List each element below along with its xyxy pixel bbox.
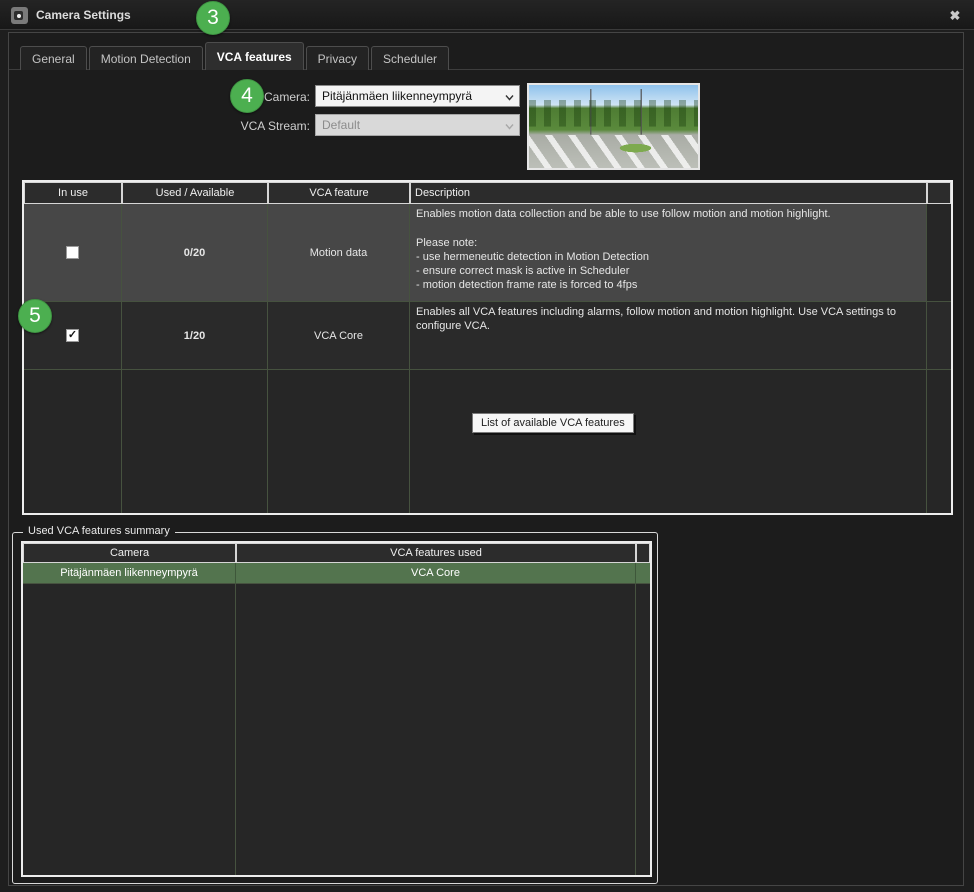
summary-row-spacer: [636, 563, 650, 584]
vca-core-spacer-cell: [927, 302, 951, 370]
summary-column-header-spacer: [636, 543, 650, 563]
empty-cell: [268, 370, 410, 513]
summary-column-header-features-used: VCA features used: [236, 543, 636, 563]
step-badge-5: 5: [18, 299, 52, 333]
tab-scheduler[interactable]: Scheduler: [371, 46, 449, 70]
column-header-in-use: In use: [24, 182, 122, 204]
window-title: Camera Settings: [36, 8, 131, 22]
summary-row-camera[interactable]: Pitäjänmäen liikenneympyrä: [23, 563, 236, 584]
empty-cell: [236, 584, 636, 875]
motion-data-feature-name: Motion data: [268, 204, 410, 302]
chevron-down-icon: [505, 122, 514, 131]
empty-cell: [410, 370, 927, 513]
groupbox-legend: Used VCA features summary: [23, 525, 175, 537]
summary-column-header-camera: Camera: [23, 543, 236, 563]
camera-settings-window: Camera Settings ✖ General Motion Detecti…: [0, 0, 974, 892]
motion-data-description: Enables motion data collection and be ab…: [410, 204, 927, 302]
camera-icon: [11, 7, 28, 24]
used-vca-summary-table: Camera VCA features used Pitäjänmäen lii…: [21, 541, 652, 877]
column-header-spacer: [927, 182, 951, 204]
vca-core-feature-name: VCA Core: [268, 302, 410, 370]
empty-cell: [927, 370, 951, 513]
chevron-down-icon: [505, 93, 514, 102]
step-badge-4: 4: [230, 79, 264, 113]
camera-preview-thumbnail: [527, 83, 700, 170]
vca-stream-select[interactable]: Default: [315, 114, 520, 136]
vca-core-checkbox[interactable]: ✓: [66, 329, 79, 342]
motion-data-spacer-cell: [927, 204, 951, 302]
step-badge-3: 3: [196, 1, 230, 35]
tooltip: List of available VCA features: [472, 413, 634, 433]
summary-row-features-used[interactable]: VCA Core: [236, 563, 636, 584]
column-header-used-available: Used / Available: [122, 182, 268, 204]
empty-cell: [24, 370, 122, 513]
title-bar: Camera Settings ✖: [0, 0, 974, 30]
vca-stream-label: VCA Stream:: [190, 119, 310, 133]
empty-cell: [122, 370, 268, 513]
tab-vca-features[interactable]: VCA features: [205, 42, 304, 70]
tab-general[interactable]: General: [20, 46, 87, 70]
close-icon[interactable]: ✖: [946, 7, 964, 25]
motion-data-used-available: 0/20: [122, 204, 268, 302]
tab-privacy[interactable]: Privacy: [306, 46, 369, 70]
used-vca-summary-groupbox: Used VCA features summary Camera VCA fea…: [12, 532, 658, 884]
vca-core-used-available: 1/20: [122, 302, 268, 370]
vca-core-description: Enables all VCA features including alarm…: [410, 302, 927, 370]
tab-bar: General Motion Detection VCA features Pr…: [20, 42, 451, 70]
empty-cell: [636, 584, 650, 875]
vca-features-table: In use Used / Available VCA feature Desc…: [22, 180, 953, 515]
empty-cell: [23, 584, 236, 875]
motion-data-checkbox[interactable]: [66, 246, 79, 259]
table-row-motion-data-checkbox-cell: [24, 204, 122, 302]
tab-motion-detection[interactable]: Motion Detection: [89, 46, 203, 70]
vca-stream-select-value: Default: [322, 118, 360, 132]
column-header-description: Description: [410, 182, 927, 204]
camera-select[interactable]: Pitäjänmäen liikenneympyrä: [315, 85, 520, 107]
camera-select-value: Pitäjänmäen liikenneympyrä: [322, 89, 472, 103]
column-header-vca-feature: VCA feature: [268, 182, 410, 204]
